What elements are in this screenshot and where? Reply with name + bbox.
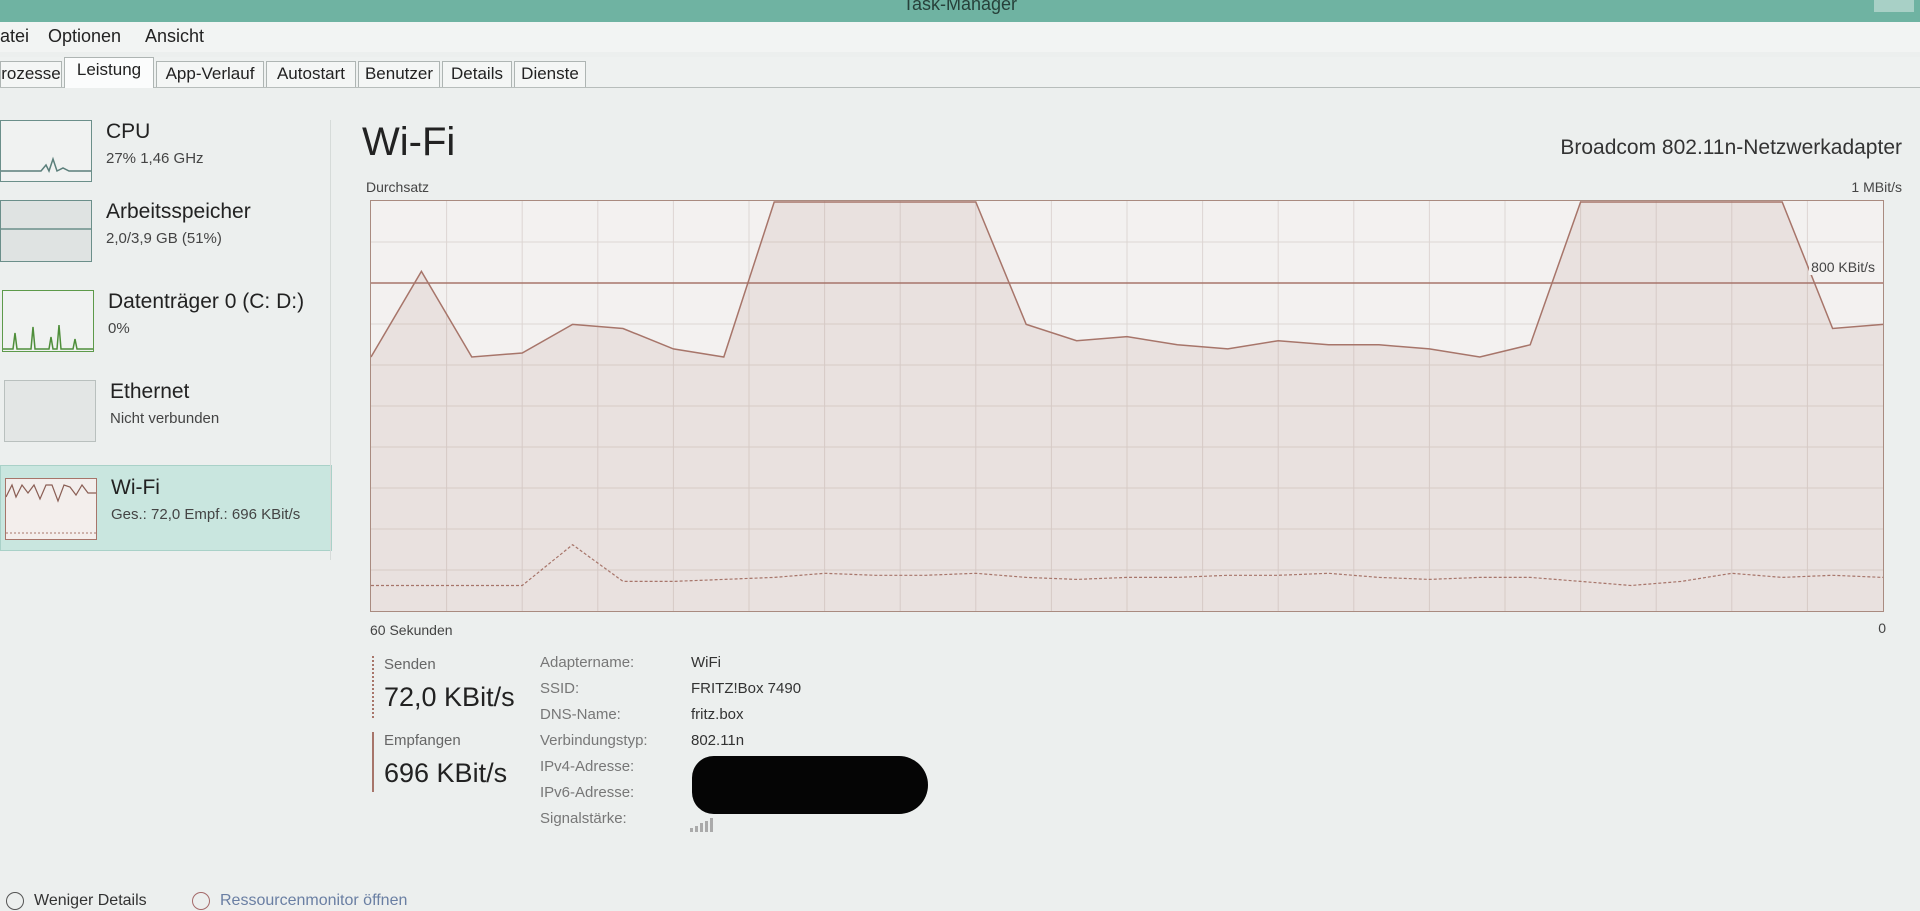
page-title: Wi-Fi [362, 120, 456, 164]
sidebar-divider [330, 120, 331, 560]
menu-options[interactable]: Optionen [48, 26, 121, 47]
throughput-chart: 800 KBit/s [370, 200, 1884, 612]
send-value: 72,0 KBit/s [384, 682, 515, 712]
prop-adapter-name: Adaptername: WiFi [540, 654, 940, 680]
fewer-details-link[interactable]: Weniger Details [6, 892, 147, 910]
prop-value: WiFi [691, 654, 721, 671]
sidebar-item-wifi[interactable]: Wi-Fi Ges.: 72,0 Empf.: 696 KBit/s [0, 465, 332, 551]
signal-strength-icon [690, 818, 714, 836]
resource-sidebar: CPU 27% 1,46 GHz Arbeitsspeicher 2,0/3,9… [0, 110, 332, 570]
menu-bar: atei Optionen Ansicht [0, 22, 1920, 52]
wifi-thumbnail-line [5, 483, 96, 534]
graph-ref-label: 800 KBit/s [1809, 259, 1877, 275]
menu-view[interactable]: Ansicht [145, 26, 204, 47]
receive-value: 696 KBit/s [384, 758, 508, 788]
send-indicator [372, 656, 376, 718]
sidebar-item-value: Nicht verbunden [110, 410, 220, 427]
tab-startup[interactable]: Autostart [266, 61, 356, 87]
sidebar-item-memory[interactable]: Arbeitsspeicher 2,0/3,9 GB (51%) [0, 200, 332, 286]
time-end-label: 0 [1878, 620, 1886, 636]
chevron-up-icon [6, 892, 24, 910]
prop-key: Adaptername: [540, 654, 635, 671]
cpu-thumbnail-graph [0, 120, 92, 182]
resource-monitor-icon [192, 892, 210, 910]
sidebar-item-label: Wi-Fi [111, 476, 160, 499]
sidebar-item-disk[interactable]: Datenträger 0 (C: D:) 0% [0, 290, 332, 376]
adapter-name: Broadcom 802.11n-Netzwerkadapter [1560, 136, 1902, 159]
close-button[interactable] [1874, 0, 1914, 12]
prop-key: DNS-Name: [540, 706, 621, 723]
title-bar: Task-Manager [0, 0, 1920, 22]
disk-thumbnail-line [3, 324, 93, 350]
sidebar-item-label: Ethernet [110, 380, 190, 403]
resource-monitor-label: Ressourcenmonitor öffnen [220, 892, 408, 910]
receive-label: Empfangen [384, 732, 461, 749]
sidebar-item-value: 0% [108, 320, 130, 337]
prop-key: Signalstärke: [540, 810, 627, 827]
resource-monitor-link[interactable]: Ressourcenmonitor öffnen [192, 892, 407, 910]
sidebar-item-label: Datenträger 0 (C: D:) [108, 290, 305, 313]
time-span-label: 60 Sekunden [370, 622, 453, 638]
wifi-thumbnail-graph [5, 478, 97, 540]
menu-file[interactable]: atei [0, 26, 29, 47]
prop-key: SSID: [540, 680, 580, 697]
prop-key: IPv6-Adresse: [540, 784, 635, 801]
tab-processes[interactable]: rozesse [0, 61, 62, 87]
tab-users[interactable]: Benutzer [358, 61, 440, 87]
footer-bar: Weniger Details Ressourcenmonitor öffnen [0, 890, 1920, 911]
redacted-ip-addresses [692, 756, 928, 814]
sidebar-item-cpu[interactable]: CPU 27% 1,46 GHz [0, 110, 332, 196]
prop-key: Verbindungstyp: [540, 732, 648, 749]
prop-value: fritz.box [691, 706, 744, 723]
sidebar-item-value: 2,0/3,9 GB (51%) [106, 230, 222, 247]
prop-key: IPv4-Adresse: [540, 758, 635, 775]
sidebar-item-label: CPU [106, 120, 151, 143]
tab-bar: rozesse Leistung App-Verlauf Autostart B… [0, 57, 1920, 88]
window-title: Task-Manager [902, 0, 1018, 14]
tab-services[interactable]: Dienste [514, 61, 586, 87]
graph-label: Durchsatz [366, 179, 430, 195]
tab-app-history[interactable]: App-Verlauf [156, 61, 264, 87]
memory-thumbnail-graph [0, 200, 92, 262]
send-label: Senden [384, 656, 436, 673]
prop-dns-name: DNS-Name: fritz.box [540, 706, 940, 732]
prop-value: FRITZ!Box 7490 [691, 680, 802, 697]
prop-connection-type: Verbindungstyp: 802.11n [540, 732, 940, 758]
fewer-details-label: Weniger Details [34, 892, 147, 910]
prop-value: 802.11n [691, 732, 745, 749]
memory-thumbnail-line [1, 228, 91, 230]
prop-ssid: SSID: FRITZ!Box 7490 [540, 680, 940, 706]
tab-performance[interactable]: Leistung [64, 57, 154, 88]
disk-thumbnail-graph [2, 290, 94, 352]
graph-max-label: 1 MBit/s [1851, 179, 1902, 195]
throughput-chart-svg [371, 201, 1883, 611]
tab-details[interactable]: Details [442, 61, 512, 87]
cpu-thumbnail-line [1, 156, 91, 173]
sidebar-item-label: Arbeitsspeicher [106, 200, 251, 223]
receive-indicator [372, 732, 374, 792]
sidebar-item-ethernet[interactable]: Ethernet Nicht verbunden [0, 380, 332, 466]
ethernet-thumbnail-graph [4, 380, 96, 442]
sidebar-item-value: Ges.: 72,0 Empf.: 696 KBit/s [111, 506, 301, 523]
sidebar-item-value: 27% 1,46 GHz [106, 150, 204, 167]
